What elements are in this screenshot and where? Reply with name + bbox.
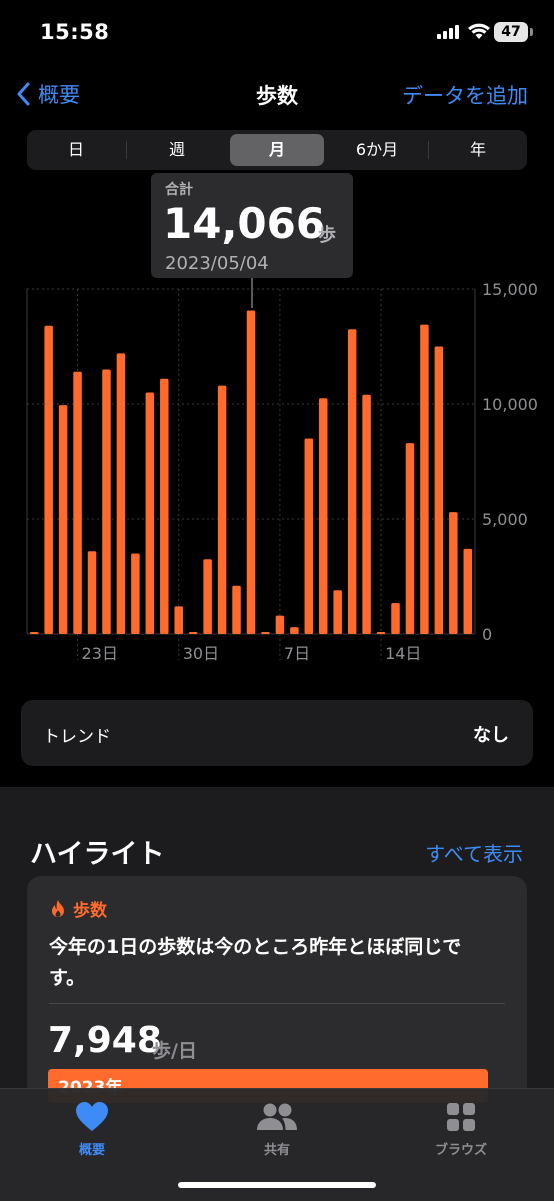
battery-indicator: 47 <box>494 22 528 42</box>
tab-summary[interactable]: 概要 <box>42 1101 142 1158</box>
chart-bar[interactable] <box>362 394 371 634</box>
tab-sharing[interactable]: 共有 <box>227 1101 327 1158</box>
highlight-text: 今年の1日の歩数は今のところ昨年とほぼ同じです。 <box>49 936 462 989</box>
highlight-card[interactable]: 歩数 今年の1日の歩数は今のところ昨年とほぼ同じです。 7,948 歩/日 20… <box>27 876 527 1106</box>
chart-bar[interactable] <box>333 590 342 634</box>
highlights-title: ハイライト <box>30 839 165 870</box>
chart-bar[interactable] <box>160 378 169 634</box>
chart-bar[interactable] <box>73 371 82 634</box>
chart-bar[interactable] <box>391 602 400 634</box>
segment-divider <box>428 141 429 159</box>
heart-icon <box>76 1102 108 1131</box>
home-indicator <box>178 1182 376 1188</box>
y-tick-label: 10,000 <box>482 395 538 414</box>
chart-bar[interactable] <box>275 615 285 634</box>
cellular-signal-icon <box>437 25 459 39</box>
y-tick-label: 15,000 <box>482 280 538 299</box>
chart-bar[interactable] <box>232 585 241 634</box>
chart-bar[interactable] <box>449 512 458 634</box>
tab-browse[interactable]: ブラウズ <box>411 1101 511 1158</box>
chart-bar[interactable] <box>261 632 270 634</box>
selection-tooltip: 合計 14,066 歩 2023/05/04 <box>151 173 353 278</box>
chart-bar[interactable] <box>29 632 39 634</box>
wifi-icon <box>468 23 490 39</box>
tooltip-label: 合計 <box>165 182 193 198</box>
chart-bar[interactable] <box>87 551 97 634</box>
trend-label: トレンド <box>43 727 111 747</box>
segment-day[interactable]: 日 <box>31 134 121 166</box>
add-data-button[interactable]: データを追加 <box>402 80 528 110</box>
x-tick-label: 7日 <box>284 644 310 663</box>
tab-browse-label: ブラウズ <box>434 1143 487 1158</box>
segment-divider <box>126 141 127 159</box>
highlight-number: 7,948 <box>48 1020 162 1061</box>
chart-bar[interactable] <box>347 329 357 634</box>
chart-bar-selected[interactable] <box>246 310 256 634</box>
chart-bar[interactable] <box>376 632 386 634</box>
chart-bar[interactable] <box>44 325 53 634</box>
show-all-link[interactable]: すべて表示 <box>425 838 523 867</box>
segment-week[interactable]: 週 <box>131 134 223 166</box>
chart-bar[interactable] <box>145 392 155 635</box>
highlight-category: 歩数 <box>51 896 107 921</box>
x-tick-label: 30日 <box>183 644 219 663</box>
segment-year[interactable]: 年 <box>432 134 524 166</box>
time-range-segmented-control: 日 週 月 6か月 年 <box>27 130 527 170</box>
segment-month[interactable]: 月 <box>230 134 324 166</box>
chart-bar[interactable] <box>304 438 314 635</box>
y-tick-label: 5,000 <box>482 510 528 529</box>
chart-bar[interactable] <box>463 548 473 634</box>
chart-bar[interactable] <box>203 559 212 634</box>
segment-six-months[interactable]: 6か月 <box>330 134 424 166</box>
tooltip-date: 2023/05/04 <box>165 253 269 274</box>
chart-bar[interactable] <box>319 398 328 634</box>
grid-icon <box>447 1103 475 1131</box>
chart-bar[interactable] <box>58 405 68 634</box>
people-icon <box>257 1103 297 1130</box>
steps-bar-chart[interactable]: 0 5,000 10,000 15,000 23日 30日 7日 14日 <box>0 280 554 680</box>
tooltip-value: 14,066 <box>163 199 326 248</box>
chart-bar[interactable] <box>188 632 198 634</box>
y-tick-label: 0 <box>482 625 492 644</box>
x-tick-label: 23日 <box>82 644 118 663</box>
chart-bar[interactable] <box>420 324 429 634</box>
trend-value: なし <box>473 725 509 746</box>
tooltip-unit: 歩 <box>318 225 336 246</box>
chart-bar[interactable] <box>434 346 444 635</box>
status-time: 15:58 <box>40 20 110 44</box>
trend-row[interactable]: トレンド なし <box>21 700 533 766</box>
chart-bar[interactable] <box>217 385 227 634</box>
x-tick-label: 14日 <box>385 644 421 663</box>
tab-summary-label: 概要 <box>78 1143 105 1158</box>
chart-bar[interactable] <box>174 606 183 634</box>
highlight-category-label: 歩数 <box>73 901 107 921</box>
flame-icon <box>52 899 64 917</box>
chart-bar[interactable] <box>116 353 126 634</box>
highlight-unit: 歩/日 <box>152 1040 197 1062</box>
chart-bar[interactable] <box>290 627 299 634</box>
chart-bar[interactable] <box>131 553 140 635</box>
tab-sharing-label: 共有 <box>263 1143 290 1158</box>
divider <box>49 1003 505 1004</box>
battery-nub <box>530 28 533 36</box>
chart-bar[interactable] <box>405 443 415 634</box>
chart-bar[interactable] <box>102 369 111 635</box>
